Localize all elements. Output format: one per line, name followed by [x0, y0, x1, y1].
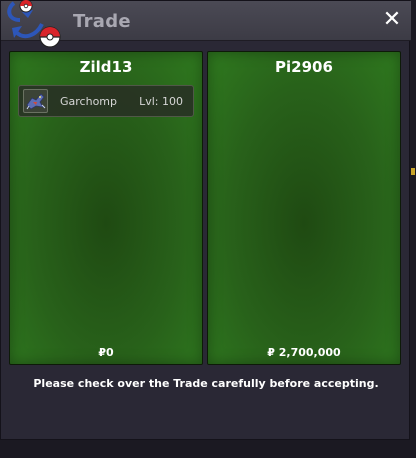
edge-marker: [411, 168, 415, 175]
trade-warning-text: Please check over the Trade carefully be…: [33, 377, 379, 390]
close-button[interactable]: ✕: [381, 9, 403, 31]
money-offer-right: ₽ 2,700,000: [267, 346, 341, 359]
trade-item-row[interactable]: Garchomp Lvl: 100: [18, 85, 194, 117]
window-title: Trade: [73, 11, 131, 32]
garchomp-sprite-svg: [26, 93, 46, 110]
item-name: Garchomp: [60, 95, 117, 108]
player-name-right: Pi2906: [275, 58, 333, 76]
trade-panel-left: Zild13 Garchomp Lvl: 100 ₽0: [9, 51, 203, 365]
player-name-left: Zild13: [79, 58, 133, 76]
money-offer-left: ₽0: [98, 346, 114, 359]
trade-pokeball-icon: [7, 0, 61, 48]
item-level: Lvl: 100: [139, 95, 183, 108]
garchomp-sprite-icon: [23, 89, 48, 113]
trade-panel-right: Pi2906 ₽ 2,700,000: [207, 51, 401, 365]
trade-window: Trade ✕ Zild13 Garchomp Lvl: 100 ₽0 Pi29…: [0, 0, 411, 440]
